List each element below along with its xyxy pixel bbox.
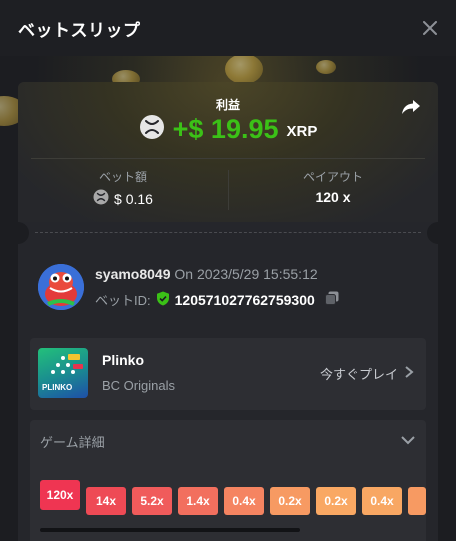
multiplier-chip-partial [408,487,426,515]
bet-amount-value-row: $ 0.16 [18,189,228,208]
game-card[interactable]: PLINKO Plinko BC Originals 今すぐプレイ [30,338,426,410]
share-icon[interactable] [400,96,422,118]
multiplier-row: 120x 14x 5.2x 1.4x 0.4x 0.2x 0.2x 0.4x [40,480,426,520]
xrp-icon [139,114,165,145]
profit-label: 利益 [215,98,240,112]
bet-id-row: ベットID: 120571027762759300 [95,290,340,309]
profit-value: +$ 19.95 [172,114,279,144]
multiplier-chip: 5.2x [132,487,172,515]
chevron-down-icon[interactable] [400,432,416,448]
avatar[interactable] [38,264,84,310]
bet-slip-card: 利益 +$ 19.95 XRP ベット額 $ 0.16 ペイアウト 120 x [18,82,438,541]
chevron-right-icon [404,366,414,381]
dashed-divider [35,232,421,233]
multiplier-chip: 14x [86,487,126,515]
username[interactable]: syamo8049 [95,266,171,282]
decorative-coin [225,54,263,84]
ticket-notch [18,222,29,244]
page-title: ベットスリップ [18,20,141,40]
payout: ペイアウト 120 x [228,168,438,205]
multiplier-chip: 0.4x [224,487,264,515]
game-details: ゲーム詳細 120x 14x 5.2x 1.4x 0.4x 0.2x 0.2x … [30,420,426,541]
horizontal-scrollbar[interactable] [40,528,300,532]
bet-amount: ベット額 $ 0.16 [18,168,228,208]
multiplier-chip: 1.4x [178,487,218,515]
profit-row: +$ 19.95 XRP [18,114,438,145]
divider [31,158,425,159]
bet-amount-value: $ 0.16 [114,190,153,207]
play-now-link[interactable]: 今すぐプレイ [320,364,414,383]
profit-section: 利益 +$ 19.95 XRP ベット額 $ 0.16 ペイアウト 120 x [18,82,438,222]
game-name: Plinko [102,352,145,368]
header: ベットスリップ [0,0,456,56]
profit-currency: XRP [286,123,318,140]
payout-label: ペイアウト [302,170,363,184]
shield-icon [156,291,170,309]
xrp-small-icon [93,189,109,208]
play-now-label: 今すぐプレイ [319,367,398,382]
copy-icon[interactable] [324,290,340,309]
ticket-notch [427,222,438,244]
game-provider: BC Originals [102,378,175,393]
bet-amount-label: ベット額 [98,170,147,184]
decorative-coin [316,60,336,74]
bet-id-value: 120571027762759300 [174,291,315,308]
multiplier-chip: 0.2x [316,487,356,515]
user-line: syamo8049 On 2023/5/29 15:55:12 [95,266,318,282]
plinko-thumbnail: PLINKO [38,348,88,398]
multiplier-chip-selected: 120x [40,480,80,510]
multiplier-chip: 0.4x [362,487,402,515]
plinko-thumb-text: PLINKO [42,383,73,392]
game-details-title: ゲーム詳細 [40,435,105,450]
bet-timestamp: On 2023/5/29 15:55:12 [174,266,318,282]
user-row: syamo8049 On 2023/5/29 15:55:12 ベットID: 1… [38,264,418,312]
close-icon[interactable] [420,18,440,38]
payout-value: 120 x [315,189,351,205]
multiplier-chip: 0.2x [270,487,310,515]
bet-id-label: ベットID: [95,293,151,308]
